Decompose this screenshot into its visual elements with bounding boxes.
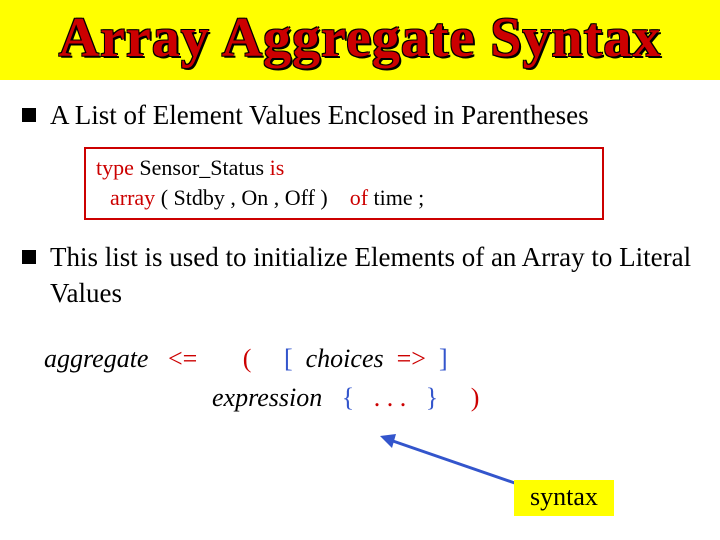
- grammar-rparen: ): [471, 383, 480, 412]
- keyword-is: is: [270, 155, 285, 180]
- keyword-array: array: [110, 185, 155, 210]
- grammar-choices: choices: [306, 344, 384, 373]
- code-of-part: time ;: [368, 185, 424, 210]
- grammar-lparen: (: [243, 344, 252, 373]
- grammar-lbrace: {: [342, 383, 354, 412]
- keyword-of: of: [350, 185, 368, 210]
- content-area: A List of Element Values Enclosed in Par…: [0, 80, 720, 417]
- bullet-item: This list is used to initialize Elements…: [22, 240, 698, 310]
- keyword-type: type: [96, 155, 134, 180]
- grammar-lhs: aggregate: [44, 344, 148, 373]
- grammar-expression: expression: [212, 383, 322, 412]
- code-type-name: Sensor_Status: [134, 155, 270, 180]
- square-bullet-icon: [22, 250, 36, 264]
- code-enum-part: ( Stdby , On , Off ): [155, 185, 333, 210]
- bullet-text: A List of Element Values Enclosed in Par…: [50, 98, 589, 133]
- grammar-dots: . . .: [374, 383, 407, 412]
- grammar-arrow: =>: [397, 344, 426, 373]
- bullet-text: This list is used to initialize Elements…: [50, 240, 698, 310]
- grammar-lbracket: [: [284, 344, 293, 373]
- syntax-label: syntax: [514, 480, 614, 516]
- bullet-item: A List of Element Values Enclosed in Par…: [22, 98, 698, 133]
- title-banner: Array Aggregate Syntax: [0, 0, 720, 80]
- grammar-rbracket: ]: [439, 344, 448, 373]
- grammar-rbrace: }: [426, 383, 438, 412]
- grammar-block: aggregate <= ( [ choices => ] expression…: [44, 339, 698, 417]
- code-example-box: type Sensor_Status is array ( Stdby , On…: [84, 147, 604, 220]
- grammar-produces: <=: [168, 344, 197, 373]
- page-title: Array Aggregate Syntax: [0, 6, 720, 70]
- square-bullet-icon: [22, 108, 36, 122]
